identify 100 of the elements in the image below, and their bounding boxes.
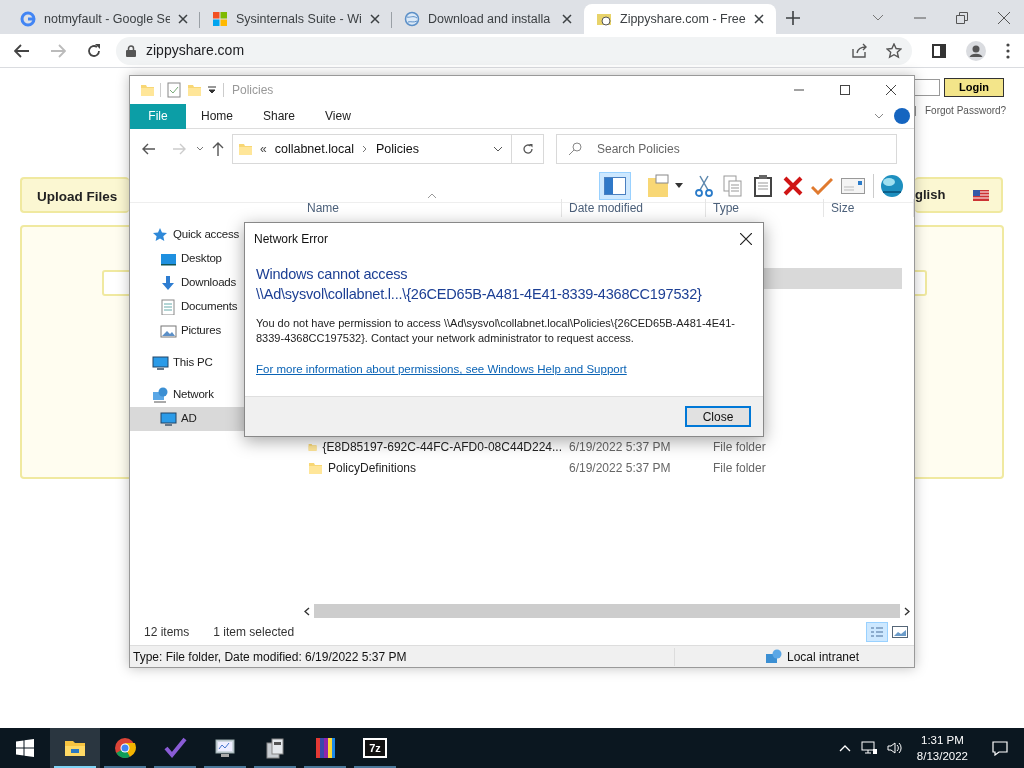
desktop-icon (160, 251, 177, 267)
date-text: 6/19/2022 5:37 PM (568, 459, 672, 477)
ribbon-tab[interactable]: Home (186, 103, 248, 129)
download-arrow-icon (160, 275, 177, 291)
forgot-password-link[interactable]: Forgot Password? (925, 103, 1007, 118)
ribbon-tab[interactable]: Share (248, 103, 311, 129)
close-icon[interactable] (886, 85, 896, 95)
overflow-chevron[interactable]: « (260, 140, 267, 158)
zone-text: Local intranet (787, 648, 860, 666)
file-name: {E8D85197-692C-44FC-AFD0-08C44D224... (322, 438, 562, 456)
close-button[interactable]: Close (685, 406, 751, 427)
window-title: Policies (232, 82, 274, 99)
dialog-title: Network Error (254, 231, 328, 248)
browser-tab[interactable]: Download and installa (392, 4, 584, 34)
flag-icon (973, 189, 989, 201)
recent-locations-icon[interactable] (196, 146, 204, 152)
side-panel-icon[interactable] (932, 43, 946, 58)
taskbar-app[interactable] (50, 728, 100, 768)
breadcrumb-item[interactable]: Policies (375, 139, 419, 159)
refresh-button[interactable] (512, 134, 544, 164)
chevron-down-icon[interactable] (874, 113, 884, 119)
close-icon[interactable] (178, 14, 188, 24)
large-icons-view-icon[interactable] (892, 626, 908, 638)
breadcrumb-item[interactable]: collabnet.local (274, 139, 354, 159)
close-icon[interactable] (754, 14, 764, 24)
dropdown-icon[interactable] (675, 183, 683, 188)
computer-icon (152, 355, 169, 371)
column-header[interactable]: Name (300, 199, 562, 217)
type-text: File folder (712, 438, 767, 456)
error-heading: Windows cannot access (256, 265, 408, 284)
file-row[interactable]: {E8D85197-692C-44FC-AFD0-08C44D224... 6/19/2022 5:37 PM File folder (300, 436, 902, 457)
chevron-up-icon[interactable] (838, 744, 851, 752)
clock-time[interactable]: 1:31 PM (921, 732, 964, 748)
profile-avatar-icon[interactable] (966, 40, 986, 61)
maximize-icon[interactable] (840, 85, 850, 95)
upload-files-tab[interactable]: Upload Files (20, 177, 129, 213)
address-field[interactable]: « collabnet.local Policies (232, 134, 512, 164)
more-menu-icon[interactable] (1006, 42, 1010, 59)
star-icon[interactable] (886, 42, 902, 59)
clock-date[interactable]: 8/13/2022 (916, 748, 968, 764)
ribbon-tab[interactable]: View (310, 103, 366, 129)
scroll-left-icon[interactable] (304, 606, 310, 616)
computer-icon (160, 411, 177, 427)
globe-icon[interactable] (880, 173, 904, 198)
dropdown-icon[interactable] (493, 146, 503, 152)
error-heading: \\Ad\sysvol\collabnet.l...\{26CED65B-A481-4E41-8339-4368CC197532} (256, 285, 702, 304)
share-icon[interactable] (852, 43, 868, 58)
delete-icon[interactable] (783, 175, 803, 196)
scissors-icon[interactable] (695, 174, 713, 197)
file-row[interactable]: PolicyDefinitions 6/19/2022 5:37 PM File folder (300, 457, 902, 478)
status-text: Type: File folder, Date modified: 6/19/2022 5:37 PM (130, 647, 675, 666)
back-arrow-icon[interactable] (142, 143, 156, 155)
taskbar-app[interactable]: 7z (350, 728, 400, 768)
lock-icon (126, 44, 136, 57)
language-selector[interactable]: glish (915, 177, 1003, 213)
dropdown-icon[interactable] (207, 85, 217, 95)
close-icon[interactable] (740, 233, 752, 245)
column-header[interactable]: Date modified (562, 199, 706, 217)
restore-icon[interactable] (956, 12, 968, 24)
preview-pane-button[interactable] (599, 171, 631, 200)
network-icon (152, 387, 169, 403)
scroll-right-icon[interactable] (904, 606, 910, 616)
reload-icon[interactable] (86, 42, 102, 59)
checkmark-icon[interactable] (811, 176, 833, 195)
column-header[interactable]: Size (824, 199, 914, 217)
nav-label: AD (181, 411, 197, 427)
new-tab-icon[interactable] (786, 11, 800, 25)
date-text: 6/19/2022 5:37 PM (568, 438, 672, 456)
address-bar[interactable]: zippyshare.com (116, 36, 912, 65)
network-icon[interactable] (860, 741, 877, 755)
close-icon[interactable] (562, 14, 572, 24)
document-icon (160, 299, 177, 315)
speaker-icon[interactable] (886, 741, 903, 755)
notification-icon[interactable] (992, 740, 1008, 756)
nav-label: Quick access (173, 227, 239, 243)
browser-tab[interactable]: Zippyshare.com - Free (584, 4, 776, 34)
nav-label: Pictures (181, 323, 221, 339)
browser-tab[interactable]: Sysinternals Suite - Wi (200, 4, 392, 34)
up-arrow-icon[interactable] (212, 142, 224, 156)
item-count: 12 items (144, 624, 190, 641)
windows-start-icon[interactable] (16, 739, 34, 757)
language-label: glish (915, 186, 946, 205)
help-link[interactable]: For more information about permissions, see Windows Help and Support (256, 361, 627, 379)
chevron-right-icon (361, 145, 368, 153)
login-button[interactable]: Login (944, 78, 1004, 97)
search-icon (568, 142, 582, 156)
back-arrow-icon[interactable] (14, 43, 30, 58)
envelope-icon[interactable] (841, 177, 865, 194)
chevron-down-icon[interactable] (872, 14, 884, 22)
search-field[interactable]: Search Policies (556, 134, 897, 164)
device-icon (263, 736, 287, 760)
details-list-icon (870, 626, 884, 638)
close-icon[interactable] (370, 14, 380, 24)
login-field[interactable] (915, 79, 940, 96)
nav-label: Documents (181, 299, 238, 315)
checkmark-icon (163, 736, 187, 760)
clipboard-icon[interactable] (753, 173, 773, 198)
column-header[interactable]: Type (706, 199, 824, 217)
scrollbar-thumb[interactable] (314, 604, 900, 618)
help-icon[interactable] (894, 108, 910, 124)
